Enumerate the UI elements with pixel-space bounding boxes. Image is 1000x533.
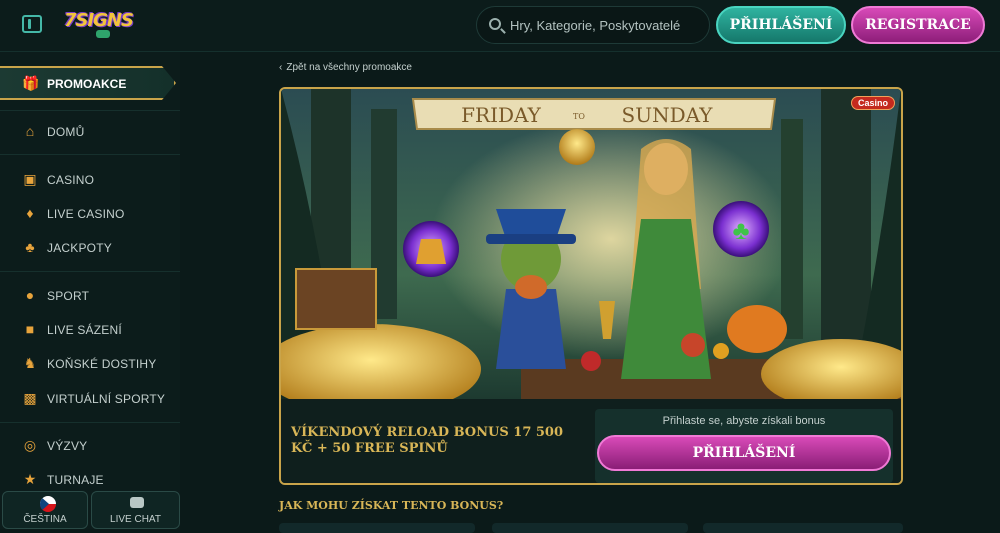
chat-icon [130, 497, 144, 508]
live-icon: ■ [25, 321, 35, 337]
sidebar-item-home[interactable]: ⌂ DOMŮ [0, 119, 180, 143]
promo-login-button[interactable]: PŘIHLÁŠENÍ [597, 435, 891, 471]
promo-card: FRIDAY TO SUNDAY ♣ Casino VÍKENDOVÝ RELO… [279, 87, 903, 485]
sidebar-item-tournaments[interactable]: ★ TURNAJE [0, 467, 180, 491]
casino-badge: Casino [851, 96, 895, 110]
chevron-left-icon: ‹ [279, 62, 283, 73]
search-icon [489, 18, 501, 30]
sidebar-item-virtual-sports[interactable]: ▩ VIRTUÁLNÍ SPORTY [0, 386, 180, 410]
sidebar-item-sport[interactable]: ● SPORT [0, 283, 180, 307]
search-input[interactable]: Hry, Kategorie, Poskytovatelé [476, 6, 710, 44]
faq-item[interactable] [492, 523, 688, 533]
divider [0, 154, 180, 155]
basketball-icon: ● [25, 287, 35, 303]
banner-text-left: FRIDAY [461, 103, 542, 127]
vr-icon: ▩ [23, 390, 37, 406]
sidebar-item-live-betting[interactable]: ■ LIVE SÁZENÍ [0, 317, 180, 341]
svg-text:♣: ♣ [732, 215, 749, 245]
login-button[interactable]: PŘIHLÁŠENÍ [716, 6, 846, 44]
menu-toggle-icon[interactable] [22, 15, 42, 33]
gift-icon: 🎁 [22, 75, 40, 91]
divider [0, 422, 180, 423]
divider [0, 110, 180, 111]
sidebar-item-label: CASINO [47, 173, 95, 187]
czech-flag-icon [40, 496, 56, 512]
promo-card-footer: VÍKENDOVÝ RELOAD BONUS 17 500 KČ + 50 FR… [281, 399, 901, 483]
language-button[interactable]: ČEŠTINA [2, 491, 88, 529]
sidebar-item-label: PROMOAKCE [47, 77, 127, 91]
slot-machine-icon: ▣ [23, 171, 37, 187]
sidebar-item-label: VÝZVY [47, 439, 88, 453]
clover-icon: ♣ [25, 239, 35, 255]
logo[interactable]: 7SIGNS [64, 10, 134, 42]
sidebar-item-casino[interactable]: ▣ CASINO [0, 167, 180, 191]
promo-banner-image: FRIDAY TO SUNDAY ♣ [281, 89, 901, 399]
divider [0, 271, 180, 272]
card-icon: ♦ [26, 205, 34, 221]
sidebar-item-live-casino[interactable]: ♦ LIVE CASINO [0, 201, 180, 225]
sidebar-item-horse-racing[interactable]: ♞ KOŇSKÉ DOSTIHY [0, 351, 180, 375]
sidebar-item-label: DOMŮ [47, 125, 85, 139]
main-content: ‹ Zpět na všechny promoakce FRIDAY TO SU… [180, 52, 1000, 533]
faq-item[interactable] [279, 523, 475, 533]
logo-text: 7SIGNS [64, 10, 134, 31]
banner-text-mid: TO [573, 112, 585, 121]
sidebar-item-label: TURNAJE [47, 473, 104, 487]
back-link-label: Zpět na všechny promoakce [286, 62, 412, 73]
back-link[interactable]: ‹ Zpět na všechny promoakce [279, 62, 412, 73]
sidebar-item-label: LIVE CASINO [47, 207, 125, 221]
trophy-icon: ★ [23, 471, 37, 487]
sidebar-item-jackpots[interactable]: ♣ JACKPOTY [0, 235, 180, 259]
top-bar: 7SIGNS Hry, Kategorie, Poskytovatelé PŘI… [0, 0, 1000, 52]
language-label: ČEŠTINA [23, 514, 67, 525]
live-chat-button[interactable]: LIVE CHAT [91, 491, 180, 529]
search-placeholder: Hry, Kategorie, Poskytovatelé [510, 18, 681, 33]
sidebar: 🎁 PROMOAKCE ⌂ DOMŮ ▣ CASINO ♦ LIVE CASIN… [0, 52, 180, 529]
logo-mark [96, 30, 110, 38]
home-icon: ⌂ [25, 123, 35, 139]
login-prompt: Přihlaste se, abyste získali bonus PŘIHL… [595, 409, 893, 483]
sidebar-item-promotions[interactable]: 🎁 PROMOAKCE [0, 66, 176, 100]
promo-title: VÍKENDOVÝ RELOAD BONUS 17 500 KČ + 50 FR… [291, 425, 564, 456]
horse-icon: ♞ [23, 355, 37, 371]
banner-text-right: SUNDAY [622, 103, 714, 127]
sidebar-item-label: VIRTUÁLNÍ SPORTY [47, 392, 166, 406]
live-chat-label: LIVE CHAT [110, 514, 161, 525]
target-icon: ◎ [23, 437, 37, 453]
sidebar-item-label: KOŇSKÉ DOSTIHY [47, 357, 157, 371]
sidebar-item-label: LIVE SÁZENÍ [47, 323, 122, 337]
sidebar-item-challenges[interactable]: ◎ VÝZVY [0, 433, 180, 457]
sidebar-item-label: SPORT [47, 289, 90, 303]
faq-item[interactable] [703, 523, 903, 533]
sidebar-item-label: JACKPOTY [47, 241, 112, 255]
register-button[interactable]: REGISTRACE [851, 6, 985, 44]
login-hint: Přihlaste se, abyste získali bonus [662, 415, 826, 427]
how-to-heading: JAK MOHU ZÍSKAT TENTO BONUS? [279, 499, 504, 512]
